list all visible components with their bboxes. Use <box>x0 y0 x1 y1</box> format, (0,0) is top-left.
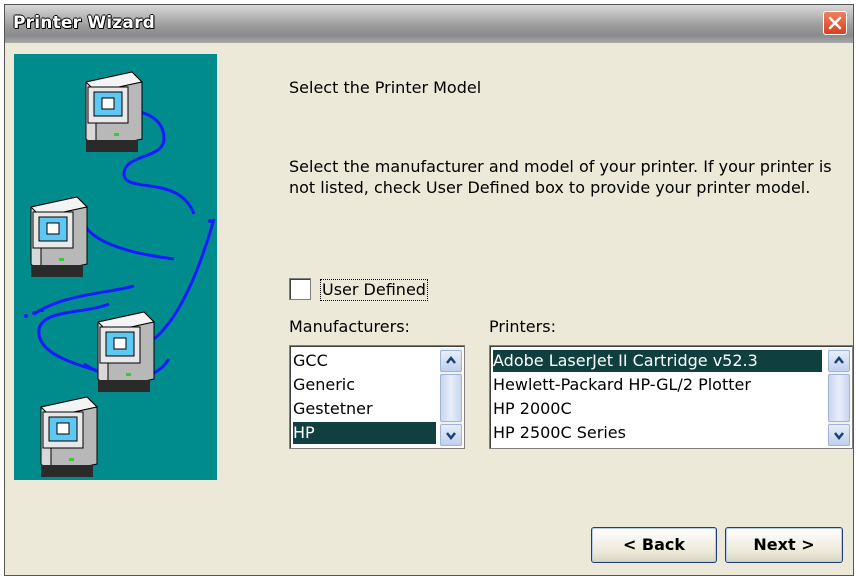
printers-label: Printers: <box>489 317 556 336</box>
back-button[interactable]: < Back <box>591 527 717 563</box>
scroll-thumb[interactable] <box>828 374 850 422</box>
chevron-down-icon <box>834 432 844 441</box>
scroll-up-button[interactable] <box>828 350 850 372</box>
title-bar[interactable]: Printer Wizard <box>5 5 853 43</box>
printer-wizard-window: Printer Wizard Select the Printer Model … <box>4 4 854 576</box>
manufacturer-item[interactable]: GCC <box>293 350 436 372</box>
user-defined-label[interactable]: User Defined <box>320 279 428 301</box>
wizard-banner <box>14 54 217 480</box>
printers-listbox[interactable]: Adobe LaserJet II Cartridge v52.3 Hewlet… <box>489 345 853 449</box>
printer-item[interactable]: HP 2000C <box>493 398 822 420</box>
manufacturer-item[interactable]: Gestetner <box>293 398 436 420</box>
close-icon <box>828 16 842 30</box>
chevron-up-icon <box>834 355 844 364</box>
page-description: Select the manufacturer and model of you… <box>289 157 832 197</box>
printer-item[interactable]: HP 2500C Series <box>493 422 822 444</box>
scroll-down-button[interactable] <box>440 424 462 446</box>
manufacturer-item-selected[interactable]: HP <box>293 422 436 444</box>
manufacturers-label: Manufacturers: <box>289 317 410 336</box>
scroll-up-button[interactable] <box>440 350 462 372</box>
printer-item-selected[interactable]: Adobe LaserJet II Cartridge v52.3 <box>493 350 822 372</box>
close-button[interactable] <box>823 11 847 35</box>
window-title: Printer Wizard <box>13 13 156 33</box>
next-button[interactable]: Next > <box>725 527 843 563</box>
scroll-thumb[interactable] <box>440 374 462 422</box>
manufacturers-listbox[interactable]: GCC Generic Gestetner HP <box>289 345 465 449</box>
chevron-down-icon <box>446 432 456 441</box>
chevron-up-icon <box>446 355 456 364</box>
manufacturers-scrollbar[interactable] <box>440 348 462 446</box>
network-computers-illustration <box>24 71 216 478</box>
scroll-down-button[interactable] <box>828 424 850 446</box>
user-defined-checkbox[interactable] <box>289 278 311 300</box>
manufacturer-item[interactable]: Generic <box>293 374 436 396</box>
printers-scrollbar[interactable] <box>828 348 850 446</box>
page-heading: Select the Printer Model <box>289 78 482 97</box>
printer-item[interactable]: Hewlett-Packard HP-GL/2 Plotter <box>493 374 822 396</box>
